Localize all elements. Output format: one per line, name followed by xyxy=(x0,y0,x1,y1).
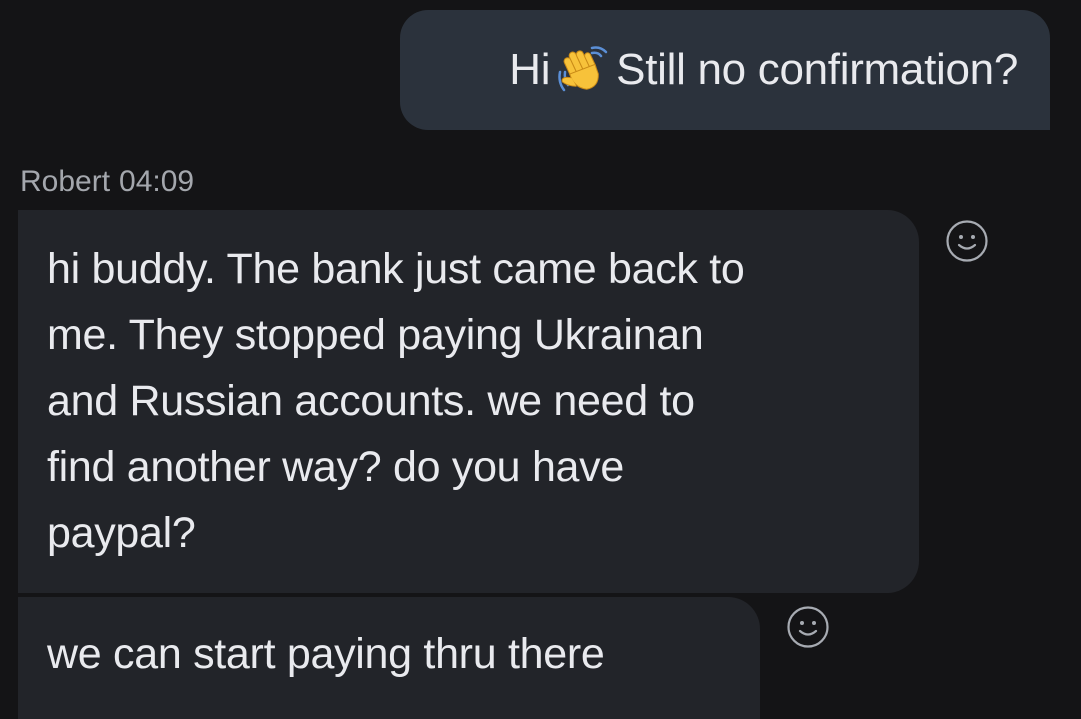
outgoing-message-bubble[interactable]: Hi Still no confirmation? xyxy=(400,10,1050,130)
add-reaction-smiley-face-icon[interactable] xyxy=(786,605,830,649)
message-text: Still no confirmation? xyxy=(616,45,1018,94)
message-text-line: me. They stopped paying Ukrainan xyxy=(47,311,704,359)
add-reaction-smiley-face-icon[interactable] xyxy=(945,219,989,263)
message-text-line: and Russian accounts. we need to xyxy=(47,377,695,425)
message-text: we can start paying thru there xyxy=(47,630,605,678)
waving-hand-emoji-icon xyxy=(554,42,610,98)
sender-header: Robert 04:09 xyxy=(20,160,194,204)
message-text-line: hi buddy. The bank just came back to xyxy=(47,245,745,293)
incoming-message-bubble[interactable]: hi buddy. The bank just came back to me.… xyxy=(18,210,919,593)
chat-screen: Hi Still no confirmation? Robert 04:09 h… xyxy=(0,0,1081,719)
message-text-line: find another way? do you have xyxy=(47,443,624,491)
message-timestamp: 04:09 xyxy=(119,165,195,198)
incoming-message-bubble[interactable]: we can start paying thru there xyxy=(18,597,760,719)
message-text-greeting: Hi xyxy=(509,45,551,94)
message-text-line: paypal? xyxy=(47,509,196,557)
sender-name[interactable]: Robert xyxy=(20,165,110,199)
